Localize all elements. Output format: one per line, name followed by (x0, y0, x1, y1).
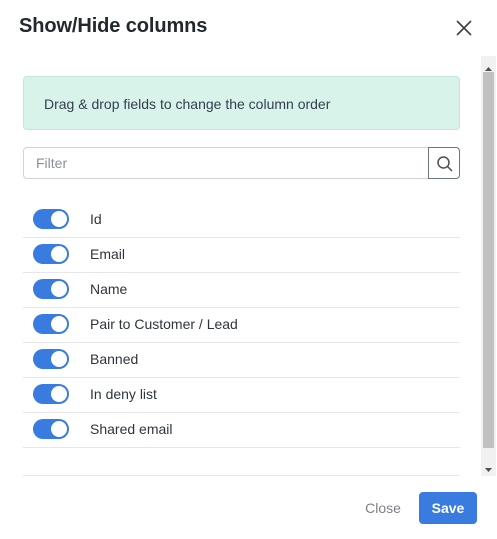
close-button[interactable]: Close (357, 492, 409, 524)
column-toggle[interactable] (33, 244, 69, 264)
list-item[interactable]: In deny list (23, 378, 460, 413)
column-label: In deny list (90, 386, 157, 402)
search-button[interactable] (428, 147, 460, 179)
list-item[interactable]: Pair to Customer / Lead (23, 308, 460, 343)
modal-header: Show/Hide columns (0, 0, 497, 56)
save-button[interactable]: Save (419, 492, 477, 524)
list-item[interactable]: Name (23, 273, 460, 308)
column-label: Name (90, 281, 128, 297)
column-toggle[interactable] (33, 349, 69, 369)
toggle-knob (51, 246, 67, 262)
toggle-knob (51, 351, 67, 367)
toggle-knob (51, 386, 67, 402)
column-label: Id (90, 211, 102, 227)
scrollbar-thumb[interactable] (483, 72, 494, 448)
list-item[interactable]: Banned (23, 343, 460, 378)
column-toggle[interactable] (33, 279, 69, 299)
column-toggle[interactable] (33, 314, 69, 334)
scroll-up-arrow-icon[interactable] (484, 60, 493, 71)
filter-group (23, 147, 460, 179)
scroll-down-arrow-icon[interactable] (484, 461, 493, 472)
toggle-knob (51, 211, 67, 227)
modal-title: Show/Hide columns (19, 15, 208, 37)
toggle-knob (51, 421, 67, 437)
column-label: Shared email (90, 421, 173, 437)
list-item[interactable]: Shared email (23, 413, 460, 448)
filter-input[interactable] (23, 147, 429, 179)
scrollbar[interactable] (481, 56, 496, 476)
close-icon[interactable] (453, 17, 475, 39)
footer-divider (23, 475, 460, 476)
column-toggle[interactable] (33, 209, 69, 229)
column-label: Email (90, 246, 126, 262)
info-alert: Drag & drop fields to change the column … (23, 76, 460, 130)
show-hide-columns-modal: Show/Hide columns Drag & drop fields to … (0, 0, 497, 539)
columns-list: Id Email Name Pair to Customer / Lead Ba… (23, 203, 460, 448)
list-item[interactable]: Email (23, 238, 460, 273)
list-item[interactable]: Id (23, 203, 460, 238)
toggle-knob (51, 316, 67, 332)
search-icon (437, 156, 453, 172)
column-label: Banned (90, 351, 139, 367)
toggle-knob (51, 281, 67, 297)
column-label: Pair to Customer / Lead (90, 316, 238, 332)
column-toggle[interactable] (33, 384, 69, 404)
column-toggle[interactable] (33, 419, 69, 439)
